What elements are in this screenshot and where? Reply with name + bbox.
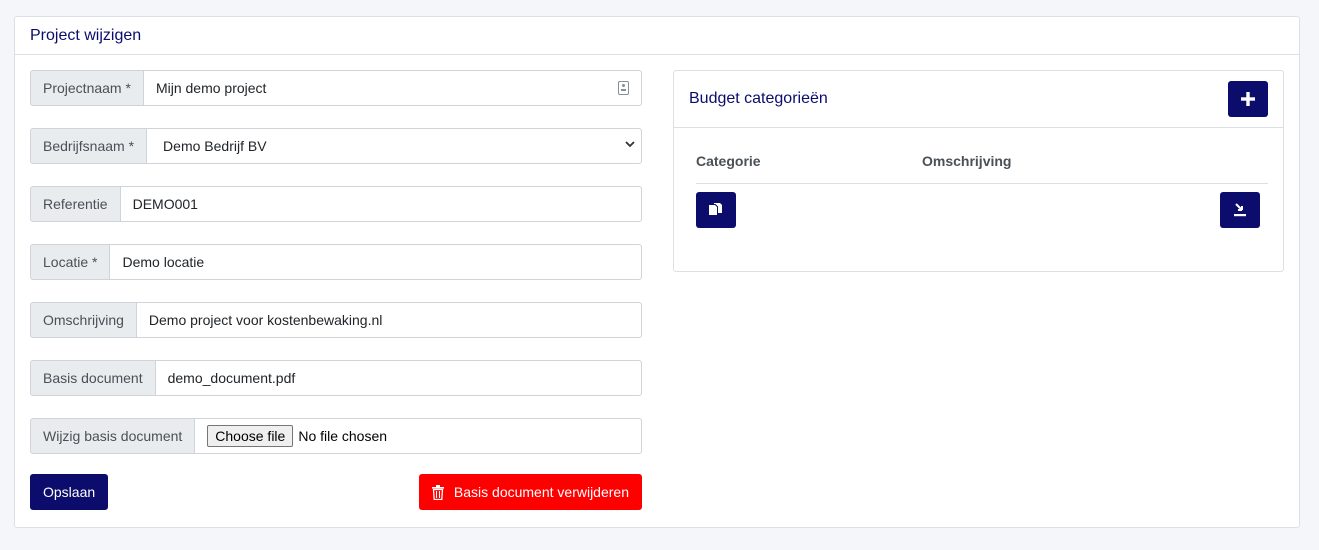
bedrijfsnaam-value: Demo Bedrijf BV [163,138,267,154]
chevron-down-icon [625,141,635,148]
locatie-label: Locatie * [30,244,110,280]
project-form: Projectnaam * Mijn demo project Bedrijfs… [30,70,642,510]
referentie-group: Referentie DEMO001 [30,186,642,222]
referentie-input[interactable]: DEMO001 [119,186,642,222]
add-category-button[interactable] [1228,81,1268,117]
basis-document-label: Basis document [30,360,155,396]
column-omschrijving: Omschrijving [922,153,1012,169]
basis-document-group: Basis document demo_document.pdf [30,360,642,396]
referentie-label: Referentie [30,186,120,222]
plus-icon [1241,92,1255,106]
omschrijving-label: Omschrijving [30,302,136,338]
trash-icon [431,484,444,500]
contact-card-icon[interactable] [618,81,629,95]
save-button[interactable]: Opslaan [30,474,109,510]
omschrijving-input[interactable]: Demo project voor kostenbewaking.nl [135,302,642,338]
budget-categories-panel: Budget categorieën Categorie Omschrijvin… [673,70,1284,272]
file-status: No file chosen [298,428,388,444]
locatie-group: Locatie * Demo locatie [30,244,642,280]
delete-document-button[interactable]: Basis document verwijderen [418,474,642,510]
project-edit-card: Project wijzigen Projectnaam * Mijn demo… [14,16,1300,528]
table-header: Categorie Omschrijving [696,153,1268,184]
omschrijving-value: Demo project voor kostenbewaking.nl [148,312,383,328]
bedrijfsnaam-group: Bedrijfsnaam * Demo Bedrijf BV [30,128,642,164]
projectnaam-value: Mijn demo project [155,80,267,96]
wijzig-basis-document-group: Wijzig basis document Choose file No fil… [30,418,642,454]
choose-file-button[interactable]: Choose file [207,425,294,447]
column-categorie: Categorie [696,153,761,169]
import-icon [1234,203,1246,217]
budget-title: Budget categorieën [689,90,828,107]
budget-header: Budget categorieën [674,71,1283,128]
page-title: Project wijzigen [30,27,142,44]
projectnaam-input[interactable]: Mijn demo project [142,70,642,106]
projectnaam-group: Projectnaam * Mijn demo project [30,70,642,106]
locatie-input[interactable]: Demo locatie [109,244,642,280]
import-button[interactable] [1220,192,1260,228]
basis-document-value: demo_document.pdf [167,370,296,386]
locatie-value: Demo locatie [122,254,205,270]
projectnaam-label: Projectnaam * [30,70,143,106]
file-input[interactable]: Choose file No file chosen [194,418,642,454]
copy-icon [709,203,722,215]
table-row [696,192,1260,228]
omschrijving-group: Omschrijving Demo project voor kostenbew… [30,302,642,338]
referentie-value: DEMO001 [132,196,198,212]
basis-document-input[interactable]: demo_document.pdf [154,360,642,396]
copy-button[interactable] [696,192,736,228]
bedrijfsnaam-select[interactable]: Demo Bedrijf BV [146,128,642,164]
wijzig-basis-document-label: Wijzig basis document [30,418,195,454]
bedrijfsnaam-label: Bedrijfsnaam * [30,128,147,164]
form-actions: Opslaan Basis document verwijderen [30,474,642,510]
card-header: Project wijzigen [15,17,1299,55]
delete-document-label: Basis document verwijderen [453,484,629,500]
